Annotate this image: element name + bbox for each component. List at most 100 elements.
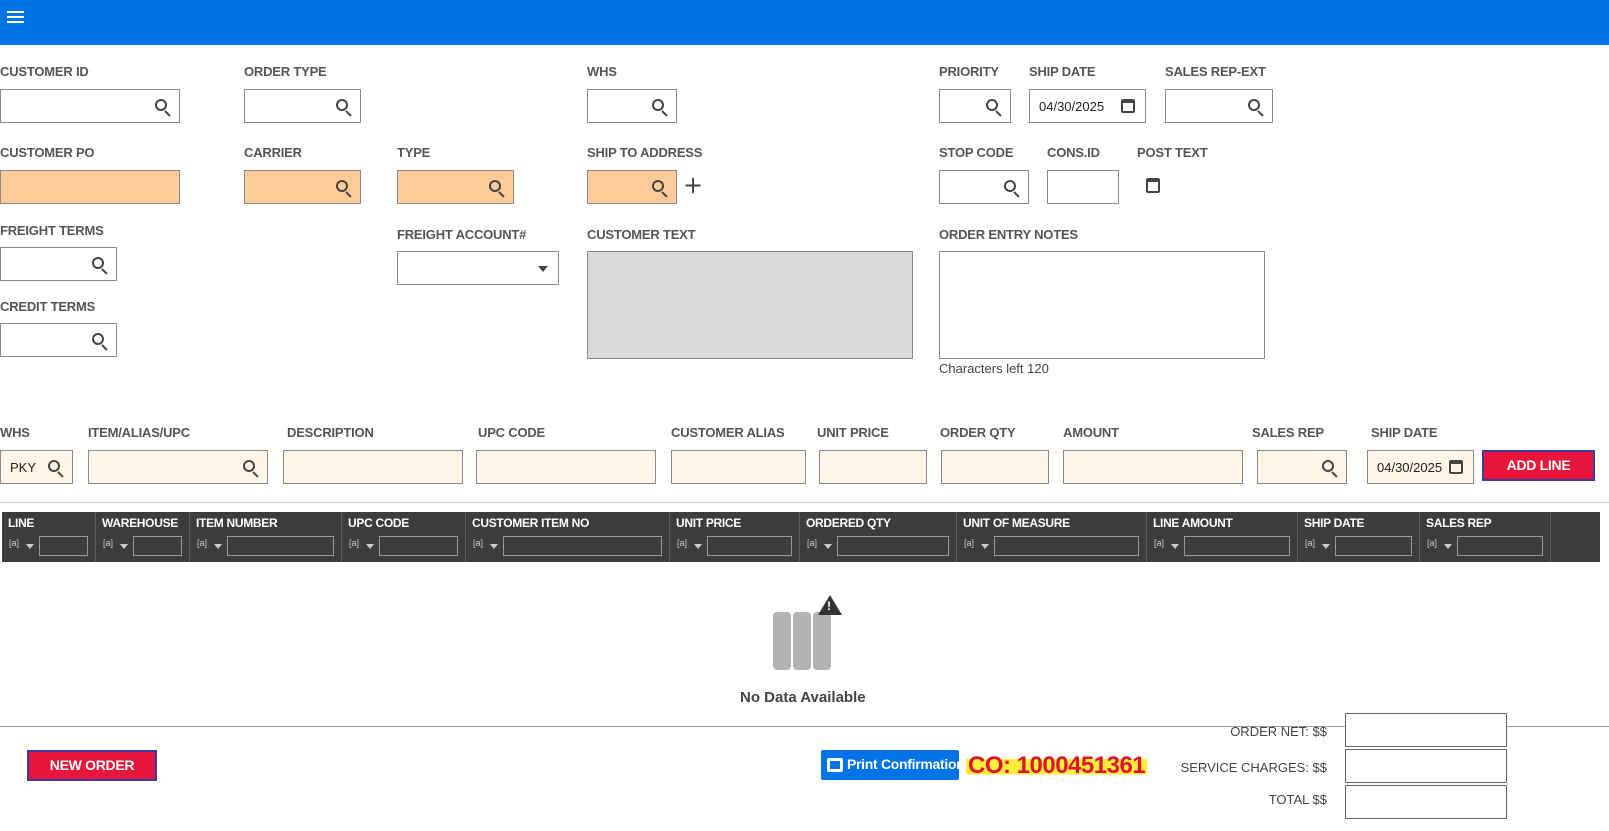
ship-to-address-field[interactable] bbox=[587, 170, 677, 204]
grid-column-title[interactable]: WAREHOUSE bbox=[102, 516, 178, 530]
stop-code-field[interactable] bbox=[939, 170, 1029, 204]
ship-date-field[interactable]: 04/30/2025 bbox=[1029, 89, 1146, 123]
grid-column-customer-item-no[interactable]: CUSTOMER ITEM NO [a] bbox=[466, 512, 670, 562]
filter-operator-icon[interactable]: [a] bbox=[1154, 538, 1164, 548]
description-field[interactable] bbox=[283, 450, 463, 484]
add-address-icon[interactable]: + bbox=[683, 171, 703, 199]
grid-filter-input[interactable] bbox=[133, 536, 182, 556]
chevron-down-icon[interactable] bbox=[981, 544, 989, 549]
calendar-icon[interactable] bbox=[1449, 460, 1463, 474]
print-confirmation-button[interactable]: Print Confirmation bbox=[821, 750, 965, 780]
search-icon[interactable] bbox=[651, 179, 669, 198]
sales-rep-ext-field[interactable] bbox=[1165, 89, 1273, 123]
whs-field[interactable] bbox=[587, 89, 677, 123]
search-icon[interactable] bbox=[985, 98, 1003, 117]
chevron-down-icon[interactable] bbox=[490, 544, 498, 549]
search-icon[interactable] bbox=[488, 179, 506, 198]
amount-field[interactable] bbox=[1063, 450, 1243, 484]
grid-column-title[interactable]: SALES REP bbox=[1426, 516, 1492, 530]
credit-terms-field[interactable] bbox=[0, 323, 117, 357]
chevron-down-icon[interactable] bbox=[824, 544, 832, 549]
grid-column-title[interactable]: LINE bbox=[8, 516, 34, 530]
grid-column-warehouse[interactable]: WAREHOUSE [a] bbox=[96, 512, 190, 562]
search-icon[interactable] bbox=[1247, 98, 1265, 117]
filter-operator-icon[interactable]: [a] bbox=[9, 538, 19, 548]
filter-operator-icon[interactable]: [a] bbox=[103, 538, 113, 548]
filter-operator-icon[interactable]: [a] bbox=[197, 538, 207, 548]
grid-filter-input[interactable] bbox=[379, 536, 458, 556]
item-alias-upc-field[interactable] bbox=[88, 450, 268, 484]
freight-account-select[interactable] bbox=[397, 251, 559, 285]
grid-column-title[interactable]: LINE AMOUNT bbox=[1153, 516, 1233, 530]
search-icon[interactable] bbox=[335, 98, 353, 117]
grid-column-title[interactable]: SHIP DATE bbox=[1304, 516, 1365, 530]
filter-operator-icon[interactable]: [a] bbox=[1305, 538, 1315, 548]
priority-field[interactable] bbox=[939, 89, 1011, 123]
search-icon[interactable] bbox=[1003, 179, 1021, 198]
carrier-field[interactable] bbox=[244, 170, 361, 204]
search-icon[interactable] bbox=[335, 179, 353, 198]
cons-id-field[interactable] bbox=[1047, 170, 1119, 204]
grid-column-upc-code[interactable]: UPC CODE [a] bbox=[342, 512, 466, 562]
chevron-down-icon[interactable] bbox=[1171, 544, 1179, 549]
grid-column-sales-rep[interactable]: SALES REP [a] bbox=[1420, 512, 1551, 562]
grid-column-line[interactable]: LINE [a] bbox=[2, 512, 96, 562]
calendar-icon[interactable] bbox=[1121, 99, 1135, 113]
grid-column-title[interactable]: ITEM NUMBER bbox=[196, 516, 278, 530]
grid-filter-input[interactable] bbox=[1457, 536, 1543, 556]
chevron-down-icon[interactable] bbox=[1322, 544, 1330, 549]
filter-operator-icon[interactable]: [a] bbox=[1427, 538, 1437, 548]
grid-filter-input[interactable] bbox=[837, 536, 949, 556]
chevron-down-icon[interactable] bbox=[1444, 544, 1452, 549]
line-ship-date-field[interactable]: 04/30/2025 bbox=[1367, 450, 1474, 484]
unit-price-field[interactable] bbox=[819, 450, 927, 484]
search-icon[interactable] bbox=[242, 459, 260, 478]
search-icon[interactable] bbox=[154, 98, 172, 117]
filter-operator-icon[interactable]: [a] bbox=[349, 538, 359, 548]
chevron-down-icon[interactable] bbox=[120, 544, 128, 549]
customer-id-field[interactable] bbox=[0, 89, 180, 123]
order-type-field[interactable] bbox=[244, 89, 361, 123]
chevron-down-icon[interactable] bbox=[214, 544, 222, 549]
grid-column-item-number[interactable]: ITEM NUMBER [a] bbox=[190, 512, 342, 562]
search-icon[interactable] bbox=[91, 256, 109, 275]
grid-column-title[interactable]: UNIT OF MEASURE bbox=[963, 516, 1070, 530]
grid-filter-input[interactable] bbox=[227, 536, 334, 556]
grid-column-ordered-qty[interactable]: ORDERED QTY [a] bbox=[800, 512, 957, 562]
upc-code-field[interactable] bbox=[476, 450, 656, 484]
new-order-button[interactable]: NEW ORDER bbox=[27, 750, 157, 781]
add-line-button[interactable]: ADD LINE bbox=[1482, 450, 1595, 481]
type-field[interactable] bbox=[397, 170, 514, 204]
grid-column-ship-date[interactable]: SHIP DATE [a] bbox=[1298, 512, 1420, 562]
chevron-down-icon[interactable] bbox=[694, 544, 702, 549]
search-icon[interactable] bbox=[91, 332, 109, 351]
customer-alias-field[interactable] bbox=[671, 450, 806, 484]
grid-column-title[interactable]: CUSTOMER ITEM NO bbox=[472, 516, 589, 530]
grid-filter-input[interactable] bbox=[994, 536, 1139, 556]
chevron-down-icon[interactable] bbox=[366, 544, 374, 549]
grid-filter-input[interactable] bbox=[1335, 536, 1412, 556]
grid-filter-input[interactable] bbox=[1184, 536, 1290, 556]
grid-column-title[interactable]: UNIT PRICE bbox=[676, 516, 741, 530]
grid-filter-input[interactable] bbox=[707, 536, 792, 556]
search-icon[interactable] bbox=[47, 459, 65, 478]
order-entry-notes-area[interactable] bbox=[939, 251, 1265, 359]
filter-operator-icon[interactable]: [a] bbox=[807, 538, 817, 548]
order-qty-field[interactable] bbox=[941, 450, 1049, 484]
search-icon[interactable] bbox=[1321, 459, 1339, 478]
filter-operator-icon[interactable]: [a] bbox=[473, 538, 483, 548]
search-icon[interactable] bbox=[651, 98, 669, 117]
grid-column-title[interactable]: UPC CODE bbox=[348, 516, 409, 530]
freight-terms-field[interactable] bbox=[0, 247, 117, 281]
post-text-icon[interactable] bbox=[1146, 178, 1160, 193]
customer-po-field[interactable] bbox=[0, 170, 180, 204]
chevron-down-icon[interactable] bbox=[26, 544, 34, 549]
sales-rep-field[interactable] bbox=[1257, 450, 1347, 484]
filter-operator-icon[interactable]: [a] bbox=[677, 538, 687, 548]
grid-filter-input[interactable] bbox=[39, 536, 88, 556]
grid-filter-input[interactable] bbox=[503, 536, 662, 556]
hamburger-menu-icon[interactable] bbox=[7, 11, 24, 25]
grid-column-line-amount[interactable]: LINE AMOUNT [a] bbox=[1147, 512, 1298, 562]
grid-column-unit-price[interactable]: UNIT PRICE [a] bbox=[670, 512, 800, 562]
line-whs-field[interactable]: PKY bbox=[0, 450, 73, 484]
